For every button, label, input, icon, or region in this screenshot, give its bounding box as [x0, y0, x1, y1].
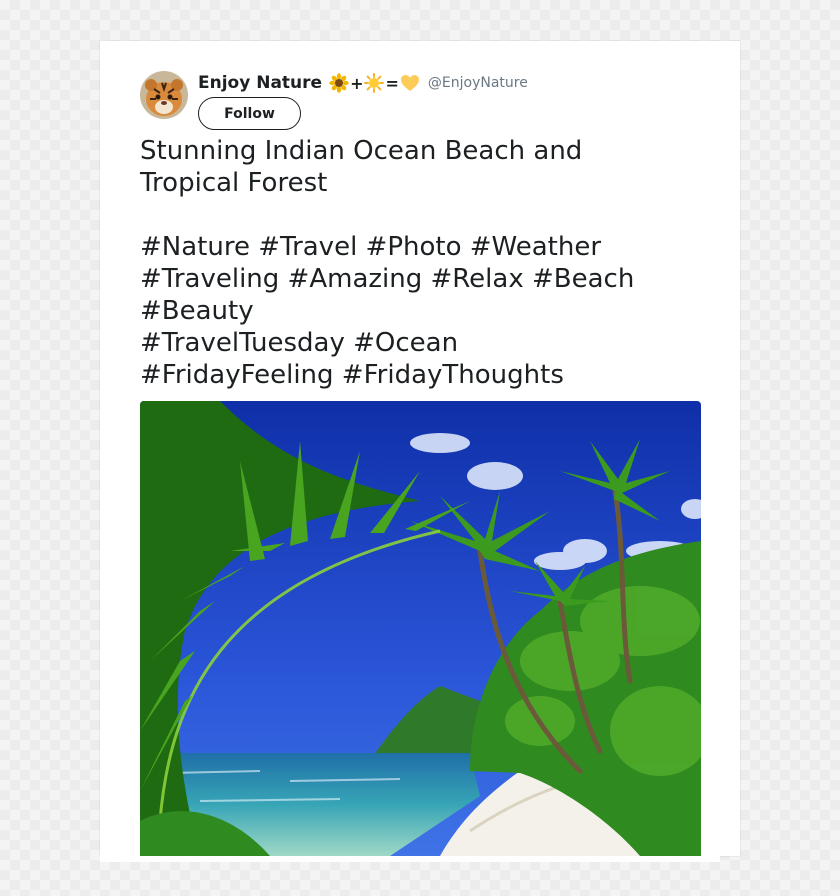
tiger-cub-avatar-icon	[140, 71, 188, 119]
sun-icon	[364, 73, 385, 93]
hashtag-line[interactable]: #Nature #Travel #Photo #Weather	[140, 231, 720, 263]
hashtag-line[interactable]: #TravelTuesday #Ocean	[140, 327, 720, 359]
profile-avatar[interactable]	[140, 71, 188, 119]
hashtag-line[interactable]: #FridayFeeling #FridayThoughts	[140, 359, 720, 391]
tweet-card: Enjoy Nature + = @EnjoyNature Follow Stu…	[100, 41, 740, 856]
tweet-text: Stunning Indian Ocean Beach and Tropical…	[140, 135, 720, 391]
plus-sign: +	[350, 73, 364, 93]
tweet-text-line: Tropical Forest	[140, 168, 328, 198]
tweet-text-line: Stunning Indian Ocean Beach and	[140, 136, 583, 166]
hashtag-line[interactable]: #Traveling #Amazing #Relax #Beach	[140, 263, 720, 295]
tweet-text-line	[140, 199, 720, 231]
follow-button[interactable]: Follow	[198, 97, 301, 130]
tweet-author[interactable]: Enjoy Nature + = @EnjoyNature	[198, 71, 528, 95]
name-emoji-group: + =	[329, 73, 420, 93]
hashtag-line[interactable]: #Beauty	[140, 295, 720, 327]
equals-sign: =	[385, 73, 399, 93]
display-name[interactable]: Enjoy Nature	[198, 73, 322, 93]
sunflower-icon	[329, 73, 349, 93]
tropical-beach-photo-icon	[140, 401, 701, 856]
user-handle[interactable]: @EnjoyNature	[428, 75, 528, 91]
tweet-photo[interactable]	[140, 401, 701, 856]
card-bottom-edge	[100, 856, 720, 862]
yellow-heart-icon	[400, 75, 419, 91]
